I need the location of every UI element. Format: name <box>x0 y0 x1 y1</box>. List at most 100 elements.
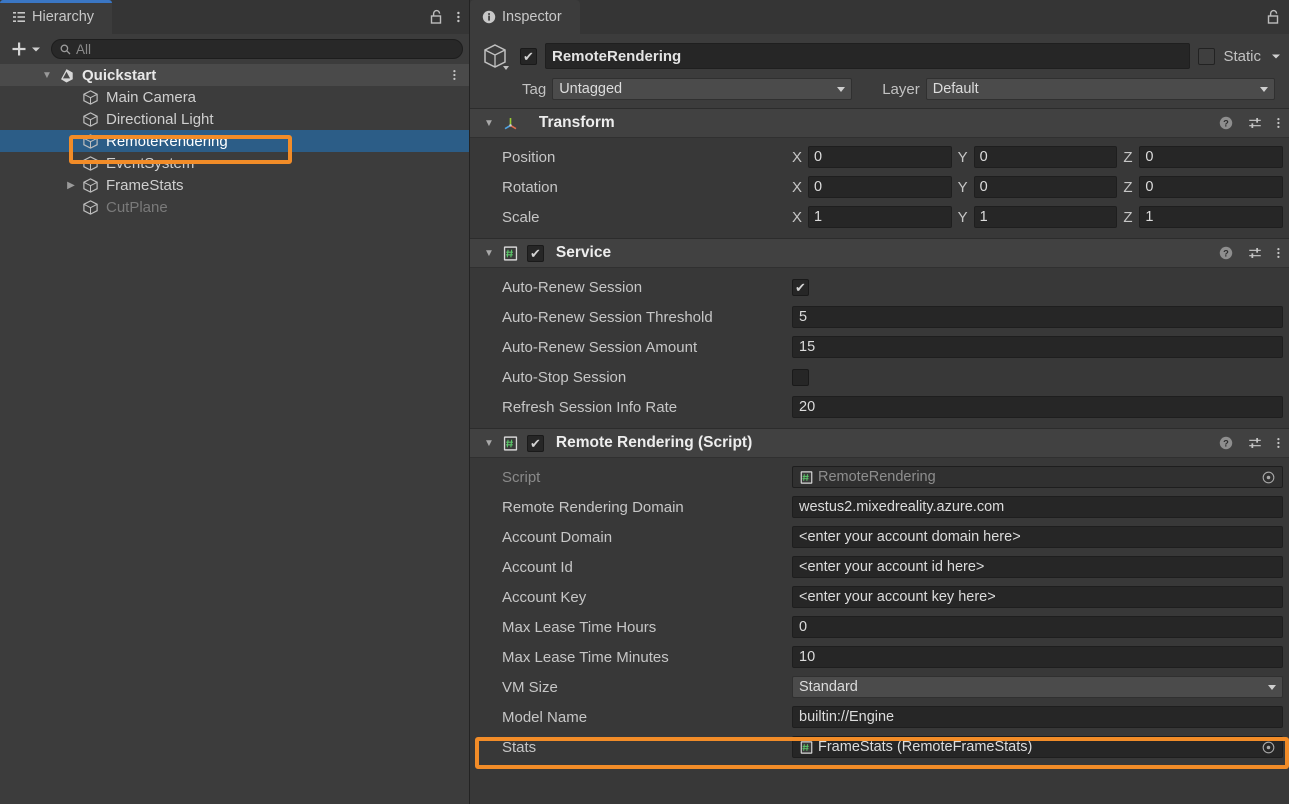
kebab-menu-icon[interactable] <box>456 9 461 25</box>
search-input[interactable]: All <box>51 39 463 59</box>
numeric-input[interactable]: 0 <box>974 146 1118 168</box>
gameobject-name-field[interactable]: RemoteRendering <box>545 43 1190 69</box>
lock-open-icon[interactable] <box>1266 9 1281 25</box>
text-input[interactable]: <enter your account key here> <box>792 586 1283 608</box>
object-reference-value: RemoteRendering <box>818 469 936 485</box>
property-row: Account Domain<enter your account domain… <box>470 522 1289 552</box>
help-question-icon[interactable]: ? <box>1218 435 1234 451</box>
text-input[interactable]: builtin://Engine <box>792 706 1283 728</box>
property-label: Remote Rendering Domain <box>502 499 792 516</box>
tab-hierarchy[interactable]: Hierarchy <box>0 0 112 34</box>
text-input[interactable]: westus2.mixedreality.azure.com <box>792 496 1283 518</box>
object-reference-field[interactable]: RemoteRendering <box>792 466 1283 488</box>
numeric-input[interactable]: 0 <box>1139 146 1283 168</box>
gameobject-cube-icon <box>82 111 99 128</box>
static-dropdown-caret-icon[interactable] <box>1271 51 1281 61</box>
axis-label-z: Z <box>1123 179 1139 196</box>
kebab-menu-icon[interactable] <box>1276 435 1281 451</box>
help-question-icon[interactable]: ? <box>1218 115 1234 131</box>
gameobject-cube-icon <box>82 199 99 216</box>
gameobject-cube-icon <box>82 155 99 172</box>
foldout-expanded-icon[interactable]: ▼ <box>484 438 494 449</box>
gameobject-enabled-checkbox[interactable]: ✔ <box>520 48 537 65</box>
property-row: Script RemoteRendering <box>470 462 1289 492</box>
hierarchy-item-eventsystem[interactable]: EventSystem <box>0 152 469 174</box>
component-title: Service <box>556 244 611 262</box>
text-input[interactable]: 5 <box>792 306 1283 328</box>
text-input[interactable]: <enter your account id here> <box>792 556 1283 578</box>
checkbox-wrapper: ✔ <box>792 279 1289 296</box>
foldout-expanded-icon[interactable]: ▼ <box>484 248 494 259</box>
object-reference-field[interactable]: FrameStats (RemoteFrameStats) <box>792 736 1283 758</box>
hierarchy-tabbar: Hierarchy <box>0 0 469 34</box>
inspector-tab-icons <box>1266 0 1281 34</box>
property-label: Max Lease Time Hours <box>502 619 792 636</box>
hierarchy-tree: ▼ Quickstart Main Camera Directional Lig… <box>0 64 469 218</box>
axis-label-y: Y <box>958 149 974 166</box>
hierarchy-item-directional-light[interactable]: Directional Light <box>0 108 469 130</box>
object-picker-icon[interactable] <box>1261 470 1276 485</box>
search-input-placeholder: All <box>76 42 91 57</box>
lock-open-icon[interactable] <box>429 9 444 25</box>
preset-sliders-icon[interactable] <box>1247 435 1263 451</box>
preset-sliders-icon[interactable] <box>1247 115 1263 131</box>
component-header[interactable]: ▼ ✔Remote Rendering (Script) ? <box>470 428 1289 458</box>
component-header[interactable]: ▼ Transform ? <box>470 108 1289 138</box>
layer-dropdown[interactable]: Default <box>926 78 1275 100</box>
property-label: Max Lease Time Minutes <box>502 649 792 666</box>
hierarchy-item-framestats[interactable]: ▶ FrameStats <box>0 174 469 196</box>
numeric-input[interactable]: 0 <box>808 146 952 168</box>
numeric-input[interactable]: 0 <box>974 176 1118 198</box>
numeric-input[interactable]: 0 <box>1139 176 1283 198</box>
axis-label-x: X <box>792 209 808 226</box>
numeric-input[interactable]: 0 <box>808 176 952 198</box>
component-enabled-checkbox[interactable]: ✔ <box>527 435 544 452</box>
property-label: Auto-Renew Session Threshold <box>502 309 792 326</box>
preset-sliders-icon[interactable] <box>1247 245 1263 261</box>
component-header-icons: ? <box>1218 245 1281 261</box>
numeric-input[interactable]: 1 <box>1139 206 1283 228</box>
help-question-icon[interactable]: ? <box>1218 245 1234 261</box>
property-row: Auto-Renew Session Threshold5 <box>470 302 1289 332</box>
hierarchy-item-main-camera[interactable]: Main Camera <box>0 86 469 108</box>
property-checkbox[interactable]: ✔ <box>792 279 809 296</box>
vector3-field: X0Y0Z0 <box>792 146 1289 168</box>
foldout-collapsed-icon[interactable]: ▶ <box>64 180 78 191</box>
vector3-field: X0Y0Z0 <box>792 176 1289 198</box>
foldout-expanded-icon[interactable]: ▼ <box>484 118 494 129</box>
tab-inspector[interactable]: Inspector <box>470 0 580 34</box>
create-gameobject-button[interactable] <box>6 40 45 58</box>
cs-script-icon <box>799 740 814 755</box>
property-checkbox[interactable] <box>792 369 809 386</box>
property-dropdown[interactable]: Standard <box>792 676 1283 698</box>
numeric-input[interactable]: 1 <box>974 206 1118 228</box>
static-checkbox[interactable] <box>1198 48 1215 65</box>
numeric-input[interactable]: 1 <box>808 206 952 228</box>
kebab-menu-icon[interactable] <box>1276 115 1281 131</box>
axis-label-z: Z <box>1123 209 1139 226</box>
cs-script-icon <box>799 470 814 485</box>
dropdown-value: Standard <box>799 679 858 695</box>
text-input[interactable]: <enter your account domain here> <box>792 526 1283 548</box>
text-input[interactable]: 20 <box>792 396 1283 418</box>
text-input[interactable]: 15 <box>792 336 1283 358</box>
object-picker-icon[interactable] <box>1261 740 1276 755</box>
component-enabled-checkbox[interactable]: ✔ <box>527 245 544 262</box>
text-input[interactable]: 10 <box>792 646 1283 668</box>
static-label: Static <box>1223 48 1261 65</box>
chevron-down-icon <box>837 87 845 92</box>
kebab-menu-icon <box>452 67 457 83</box>
kebab-menu-icon[interactable] <box>1276 245 1281 261</box>
layer-label: Layer <box>882 81 920 98</box>
foldout-expanded-icon[interactable]: ▼ <box>40 70 54 81</box>
tag-dropdown[interactable]: Untagged <box>552 78 852 100</box>
hierarchy-scene-menu-button[interactable] <box>452 64 457 86</box>
component-header[interactable]: ▼ ✔ Service ? <box>470 238 1289 268</box>
component-body: Script RemoteRendering Remote Rendering … <box>470 458 1289 768</box>
hierarchy-item-cutplane[interactable]: CutPlane <box>0 196 469 218</box>
hierarchy-item-quickstart[interactable]: ▼ Quickstart <box>0 64 469 86</box>
property-label: VM Size <box>502 679 792 696</box>
component-title: Transform <box>539 114 615 132</box>
text-input[interactable]: 0 <box>792 616 1283 638</box>
hierarchy-item-remoterendering[interactable]: RemoteRendering <box>0 130 469 152</box>
